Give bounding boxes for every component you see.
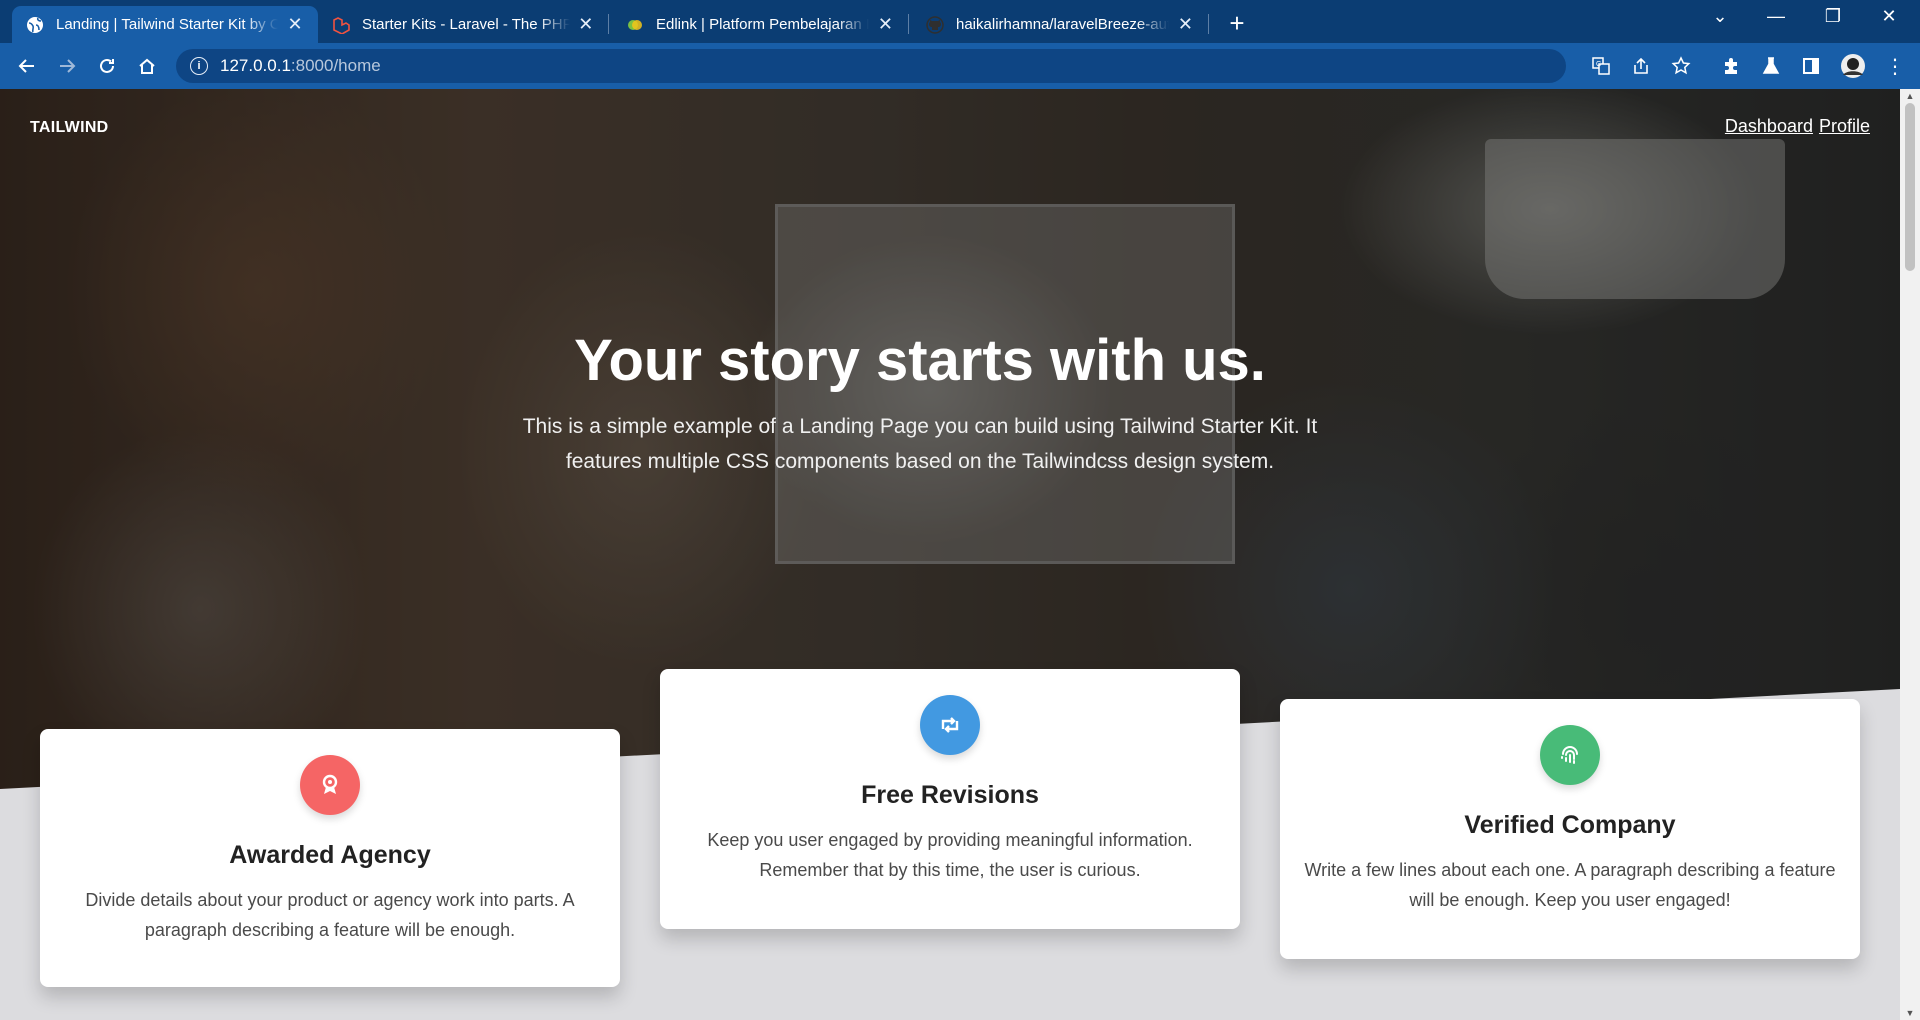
profile-avatar[interactable] <box>1838 51 1868 81</box>
laravel-icon <box>332 16 350 34</box>
menu-kebab-icon[interactable]: ⋮ <box>1880 51 1910 81</box>
tab-edlink[interactable]: Edlink | Platform Pembelajaran In ✕ <box>612 6 908 43</box>
page-scrollbar[interactable]: ▲ ▼ <box>1900 89 1920 1020</box>
edlink-icon <box>626 16 644 34</box>
hero-title: Your story starts with us. <box>574 328 1266 393</box>
tab-title: Landing | Tailwind Starter Kit by C <box>56 16 279 33</box>
share-icon[interactable] <box>1626 51 1656 81</box>
feature-title: Verified Company <box>1464 811 1676 839</box>
side-panel-icon[interactable] <box>1796 51 1826 81</box>
github-icon <box>926 15 944 34</box>
scrollbar-thumb[interactable] <box>1905 103 1915 271</box>
extensions-icon[interactable] <box>1716 51 1746 81</box>
back-icon[interactable] <box>12 51 42 81</box>
close-icon[interactable]: ✕ <box>578 14 594 35</box>
page-viewport: TAILWIND Dashboard Profile Your story st… <box>0 89 1900 1020</box>
feature-title: Awarded Agency <box>229 841 431 869</box>
address-bar[interactable]: i 127.0.0.1:8000/home <box>176 49 1566 83</box>
globe-icon <box>26 16 44 34</box>
new-tab-icon[interactable]: + <box>1222 8 1252 39</box>
url-path: :8000/home <box>290 56 381 75</box>
scroll-down-arrow-icon[interactable]: ▼ <box>1900 1008 1920 1018</box>
minimize-icon[interactable]: — <box>1756 6 1796 27</box>
tab-title: Edlink | Platform Pembelajaran In <box>656 16 869 33</box>
close-icon[interactable]: ✕ <box>877 14 894 35</box>
scroll-up-arrow-icon[interactable]: ▲ <box>1900 91 1920 101</box>
tab-github[interactable]: haikalirhamna/laravelBreeze-auth ✕ <box>912 6 1208 43</box>
tab-title: haikalirhamna/laravelBreeze-auth <box>956 16 1169 33</box>
tab-strip: Landing | Tailwind Starter Kit by C ✕ St… <box>0 0 1920 43</box>
window-close-icon[interactable]: ✕ <box>1869 6 1909 27</box>
feature-card-free-revisions: Free Revisions Keep you user engaged by … <box>660 669 1240 929</box>
fingerprint-icon <box>1540 725 1600 785</box>
labs-flask-icon[interactable] <box>1756 51 1786 81</box>
url-host: 127.0.0.1 <box>220 56 291 75</box>
site-info-icon[interactable]: i <box>190 57 208 75</box>
browser-toolbar: i 127.0.0.1:8000/home G ⋮ <box>0 43 1920 89</box>
nav-link-dashboard[interactable]: Dashboard <box>1725 116 1813 137</box>
restore-icon[interactable]: ❐ <box>1813 6 1853 27</box>
nav-links: Dashboard Profile <box>1725 116 1870 137</box>
close-icon[interactable]: ✕ <box>286 14 304 35</box>
nav-link-profile[interactable]: Profile <box>1819 116 1870 137</box>
feature-title: Free Revisions <box>861 781 1039 809</box>
award-icon <box>300 755 360 815</box>
translate-icon[interactable]: G <box>1586 51 1616 81</box>
home-icon[interactable] <box>132 51 162 81</box>
feature-text: Write a few lines about each one. A para… <box>1304 860 1836 910</box>
reload-icon[interactable] <box>92 51 122 81</box>
feature-text: Keep you user engaged by providing meani… <box>707 830 1193 880</box>
feature-card-awarded-agency: Awarded Agency Divide details about your… <box>40 729 620 987</box>
close-icon[interactable]: ✕ <box>1177 14 1194 35</box>
tab-search-chevron-icon[interactable]: ⌄ <box>1700 6 1740 27</box>
hero-subtitle: This is a simple example of a Landing Pa… <box>522 415 1318 473</box>
svg-text:G: G <box>1596 61 1601 68</box>
tab-laravel[interactable]: Starter Kits - Laravel - The PHP Fr ✕ <box>318 6 608 43</box>
tab-title: Starter Kits - Laravel - The PHP Fr <box>362 16 570 33</box>
retweet-icon <box>920 695 980 755</box>
feature-card-verified-company: Verified Company Write a few lines about… <box>1280 699 1860 959</box>
bookmark-star-icon[interactable] <box>1666 51 1696 81</box>
feature-text: Divide details about your product or age… <box>85 890 575 940</box>
forward-icon[interactable] <box>52 51 82 81</box>
nav-brand[interactable]: TAILWIND <box>30 119 109 137</box>
tab-landing[interactable]: Landing | Tailwind Starter Kit by C ✕ <box>12 6 318 43</box>
